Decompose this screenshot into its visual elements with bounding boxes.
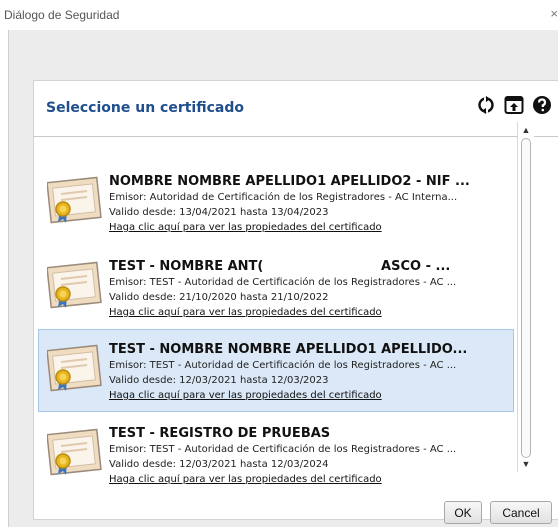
header-divider: [34, 136, 558, 137]
scrollbar-thumb[interactable]: [521, 138, 531, 458]
scroll-down-arrow-icon[interactable]: ▼: [518, 456, 534, 472]
title-bar: Diálogo de Seguridad ×: [0, 0, 558, 30]
close-icon[interactable]: ×: [550, 6, 558, 21]
page-title: Seleccione un certificado: [46, 100, 244, 116]
ok-button[interactable]: OK: [444, 501, 482, 524]
certificate-properties-link[interactable]: Haga clic aquí para ver las propiedades …: [109, 390, 515, 401]
certificate-item[interactable]: TEST - REGISTRO DE PRUEBAS Emisor: TEST …: [38, 413, 514, 496]
scroll-up-arrow-icon[interactable]: ▲: [518, 122, 534, 138]
certificate-icon: [46, 426, 103, 478]
certificate-panel: Seleccione un certificado NOMBRE NOMBRE …: [33, 80, 558, 520]
certificate-list: NOMBRE NOMBRE APELLIDO1 APELLIDO2 - NIF …: [38, 161, 514, 501]
certificate-properties-link[interactable]: Haga clic aquí para ver las propiedades …: [109, 307, 515, 318]
header-toolbar: [476, 95, 552, 115]
certificate-icon: [46, 342, 103, 394]
certificate-validity: Valido desde: 13/04/2021 hasta 13/04/202…: [109, 207, 329, 218]
certificate-item-selected[interactable]: TEST - NOMBRE NOMBRE APELLIDO1 APELLIDO.…: [38, 329, 514, 412]
certificate-name: TEST - NOMBRE ANT( ASCO - ...: [109, 259, 451, 274]
certificate-issuer: Emisor: Autoridad de Certificación de lo…: [109, 192, 458, 203]
certificate-validity: Valido desde: 21/10/2020 hasta 21/10/202…: [109, 292, 329, 303]
certificate-issuer: Emisor: TEST - Autoridad de Certificació…: [109, 444, 457, 455]
certificate-properties-link[interactable]: Haga clic aquí para ver las propiedades …: [109, 474, 515, 485]
cancel-button[interactable]: Cancel: [490, 501, 552, 524]
import-icon[interactable]: [504, 95, 524, 115]
certificate-name: NOMBRE NOMBRE APELLIDO1 APELLIDO2 - NIF …: [109, 174, 470, 189]
certificate-icon: [46, 259, 103, 311]
certificate-name: TEST - REGISTRO DE PRUEBAS: [109, 426, 331, 441]
certificate-validity: Valido desde: 12/03/2021 hasta 12/03/202…: [109, 375, 329, 386]
certificate-properties-link[interactable]: Haga clic aquí para ver las propiedades …: [109, 222, 515, 233]
dialog-frame: Seleccione un certificado NOMBRE NOMBRE …: [8, 30, 558, 527]
certificate-item[interactable]: TEST - NOMBRE ANT( ASCO - ... Emisor: TE…: [38, 246, 514, 329]
certificate-name: TEST - NOMBRE NOMBRE APELLIDO1 APELLIDO.…: [109, 342, 468, 357]
certificate-item[interactable]: NOMBRE NOMBRE APELLIDO1 APELLIDO2 - NIF …: [38, 161, 514, 244]
vertical-scrollbar[interactable]: ▲ ▼: [517, 122, 534, 472]
certificate-validity: Valido desde: 12/03/2021 hasta 12/03/202…: [109, 459, 329, 470]
certificate-issuer: Emisor: TEST - Autoridad de Certificació…: [109, 360, 457, 371]
certificate-icon: [46, 174, 103, 226]
certificate-issuer: Emisor: TEST - Autoridad de Certificació…: [109, 277, 457, 288]
help-icon[interactable]: [532, 95, 552, 115]
refresh-icon[interactable]: [476, 95, 496, 115]
window-title: Diálogo de Seguridad: [4, 8, 120, 22]
